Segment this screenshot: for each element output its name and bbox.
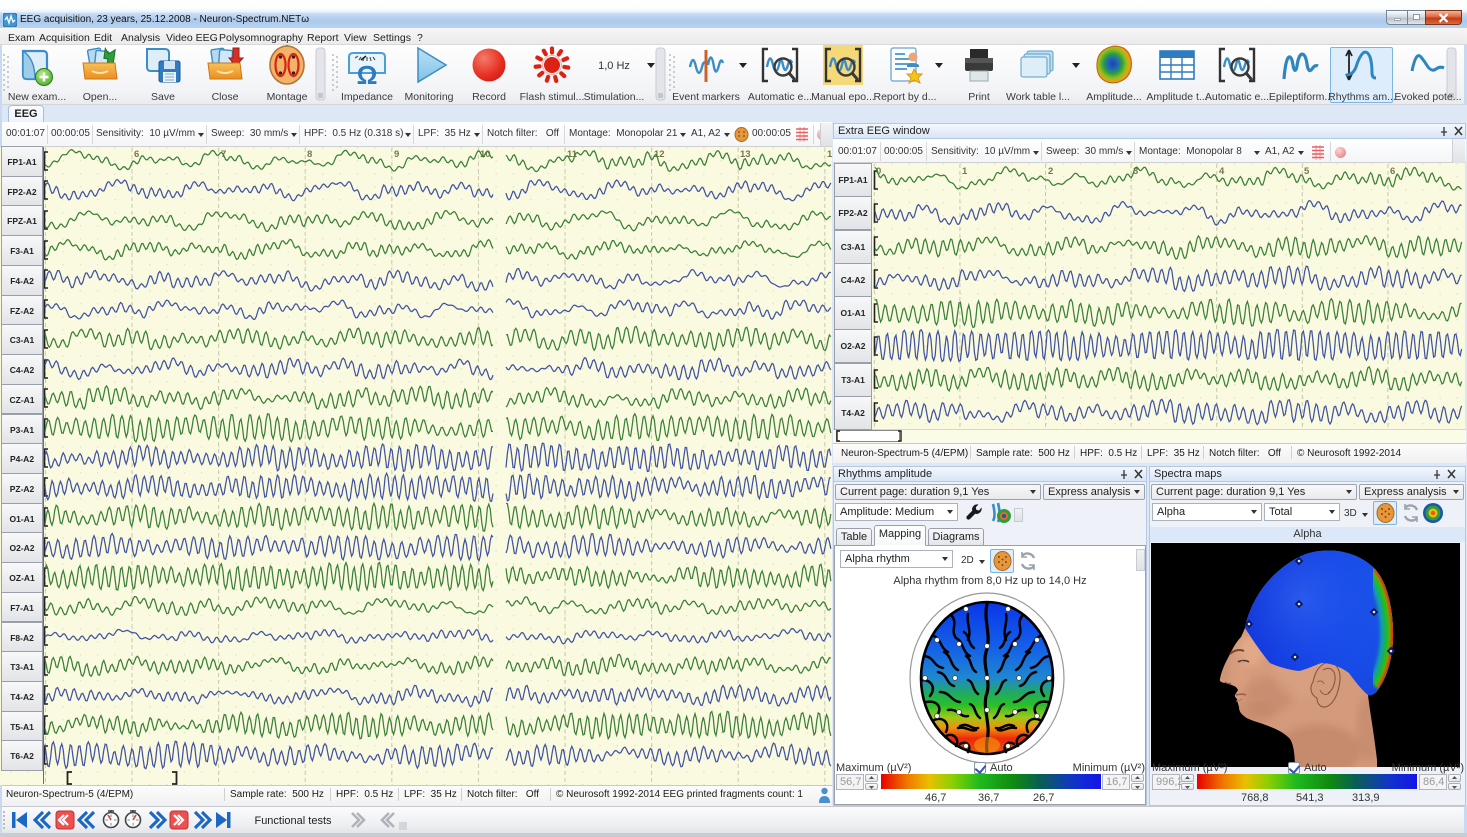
svg-text:4: 4 (1219, 166, 1225, 177)
svg-text:1,0 Hz: 1,0 Hz (598, 60, 630, 72)
svg-text:5: 5 (1304, 166, 1310, 177)
svg-text:8: 8 (307, 149, 312, 160)
svg-text:9: 9 (394, 149, 399, 160)
svg-text:6: 6 (1390, 166, 1395, 177)
svg-text:2: 2 (1048, 166, 1053, 177)
svg-text:1: 1 (962, 166, 968, 177)
svg-text:Functional tests: Functional tests (254, 815, 332, 827)
svg-text:Ω: Ω (357, 60, 378, 90)
svg-text:6: 6 (134, 149, 139, 160)
